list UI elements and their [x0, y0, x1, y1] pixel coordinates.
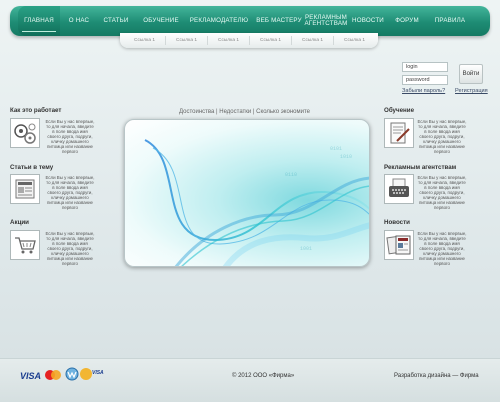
abstract-waves-image: 0101 1010 0110 1001 [144, 139, 369, 266]
subnav-link[interactable]: Ссылка 1 [334, 33, 375, 48]
tab-advantages[interactable]: Достоинства [179, 109, 214, 115]
section-text: Если Вы у нас впервые, то для начала, вв… [417, 119, 467, 154]
main-navigation: ГЛАВНАЯ О НАС СТАТЬИ ОБУЧЕНИЕ РЕКЛАМОДАТ… [10, 6, 490, 36]
nav-item-agencies[interactable]: РЕКЛАМНЫМ АГЕНТСТВАМ [303, 6, 349, 36]
login-button[interactable]: Войти [459, 64, 483, 84]
nav-item-news[interactable]: НОВОСТИ [351, 6, 385, 36]
section-title: Рекламным агентствам [384, 164, 457, 171]
gears-icon [10, 118, 40, 148]
tab-disadvantages[interactable]: Недостатки [219, 109, 251, 115]
nav-item-about[interactable]: О НАС [64, 6, 94, 36]
nav-item-rules[interactable]: ПРАВИЛА [428, 6, 472, 36]
webmoney-logo-icon [65, 367, 79, 381]
subnav-link[interactable]: Ссылка 1 [208, 33, 249, 48]
visa-electron-text: VISA [92, 370, 104, 376]
nav-item-webmaster[interactable]: ВЕБ МАСТЕРУ [255, 6, 303, 36]
nav-item-label: НОВОСТИ [352, 16, 384, 24]
section-title: Новости [384, 219, 410, 226]
visa-electron-logo-icon: VISA [80, 368, 104, 380]
section-title: Акции [10, 219, 29, 226]
svg-text:1001: 1001 [300, 246, 312, 252]
subnav-link[interactable]: Ссылка 1 [124, 33, 165, 48]
login-field[interactable] [402, 62, 448, 72]
svg-text:0101: 0101 [330, 146, 342, 152]
subnav-link[interactable]: Ссылка 1 [166, 33, 207, 48]
nav-item-advertiser[interactable]: РЕКЛАМОДАТЕЛЮ [187, 6, 251, 36]
nav-item-label: ФОРУМ [395, 16, 419, 24]
section-text: Если Вы у нас впервые, то для начала, вв… [45, 175, 95, 210]
newspapers-icon [384, 230, 414, 260]
subnav-link[interactable]: Ссылка 1 [250, 33, 291, 48]
section-text: Если Вы у нас впервые, то для начала, вв… [417, 175, 467, 210]
newspaper-icon [10, 174, 40, 204]
nav-item-label: СТАТЬИ [103, 16, 129, 24]
mastercard-logo-icon [45, 370, 61, 380]
tab-savings[interactable]: Сколько экономите [256, 109, 310, 115]
nav-item-forum[interactable]: ФОРУМ [393, 6, 421, 36]
section-title: Как это работает [10, 107, 62, 114]
svg-text:1010: 1010 [340, 154, 352, 160]
nav-item-label: ГЛАВНАЯ [24, 16, 54, 24]
visa-logo-icon: VISA [20, 371, 41, 381]
developer-credit: Разработка дизайна — Фирма [394, 373, 479, 379]
visa-logo-text: VISA [20, 371, 41, 381]
typewriter-icon [384, 174, 414, 204]
shopping-cart-icon [10, 230, 40, 260]
svg-text:0110: 0110 [285, 172, 297, 178]
nav-item-label: ВЕБ МАСТЕРУ [256, 16, 302, 24]
document-pen-icon [384, 118, 414, 148]
copyright-text: © 2012 ООО «Фирма» [232, 373, 295, 379]
nav-item-label: ОБУЧЕНИЕ [143, 16, 179, 24]
nav-item-label: О НАС [68, 16, 90, 24]
forgot-password-link[interactable]: Забыли пароль? [402, 88, 445, 94]
content-tabs: Достоинства | Недостатки | Сколько эконо… [179, 109, 310, 115]
hero-image: 0101 1010 0110 1001 [124, 119, 370, 267]
section-text: Если Вы у нас впервые, то для начала, вв… [45, 231, 95, 266]
section-text: Если Вы у нас впервые, то для начала, вв… [417, 231, 467, 266]
nav-item-label: РЕКЛАМОДАТЕЛЮ [189, 16, 249, 24]
register-link[interactable]: Регистрация [455, 88, 488, 94]
subnav-link[interactable]: Ссылка 1 [292, 33, 333, 48]
password-field[interactable] [402, 75, 448, 85]
section-title: Обучение [384, 107, 415, 114]
sub-navigation: Ссылка 1 Ссылка 1 Ссылка 1 Ссылка 1 Ссыл… [120, 33, 378, 48]
section-title: Статьи в тему [10, 164, 54, 171]
nav-item-learning[interactable]: ОБУЧЕНИЕ [139, 6, 183, 36]
section-text: Если Вы у нас впервые, то для начала, вв… [45, 119, 95, 154]
nav-item-articles[interactable]: СТАТЬИ [99, 6, 133, 36]
nav-item-home[interactable]: ГЛАВНАЯ [18, 6, 60, 36]
nav-item-label: РЕКЛАМНЫМ АГЕНТСТВАМ [304, 13, 348, 27]
nav-item-label: ПРАВИЛА [434, 16, 466, 24]
